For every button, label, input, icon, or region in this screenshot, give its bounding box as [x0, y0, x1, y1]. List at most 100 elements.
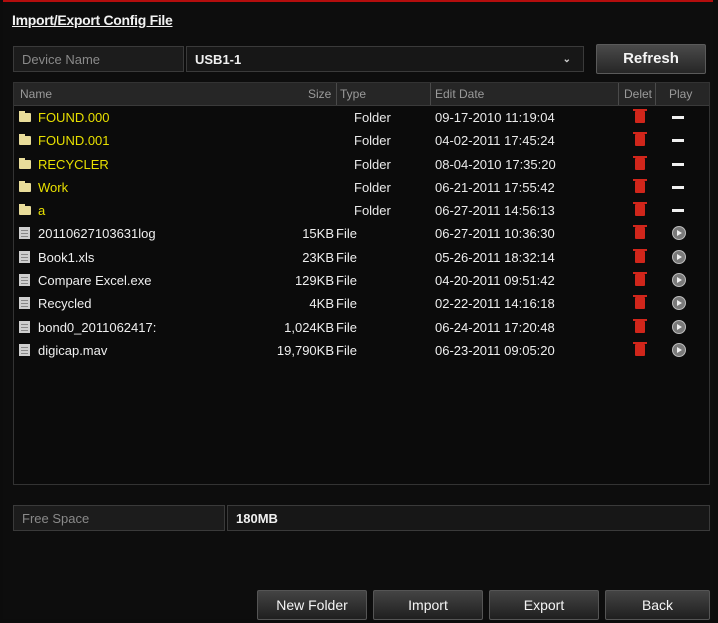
- folder-icon: [19, 204, 31, 216]
- row-type: File: [336, 296, 357, 312]
- dash-icon: [672, 162, 684, 166]
- new-folder-button[interactable]: New Folder: [257, 590, 367, 620]
- row-date: 02-22-2011 14:16:18: [435, 296, 555, 312]
- row-date: 06-23-2011 09:05:20: [435, 342, 555, 358]
- row-name: a: [38, 203, 46, 219]
- export-button[interactable]: Export: [489, 590, 599, 620]
- row-size: 15KB: [302, 226, 334, 242]
- row-size: 129KB: [294, 273, 334, 289]
- play-icon[interactable]: [672, 249, 686, 264]
- play-icon[interactable]: [672, 342, 686, 357]
- header-divider: [618, 83, 619, 105]
- device-name-label: Device Name: [13, 46, 184, 72]
- table-row[interactable]: Work Folder 06-21-2011 17:55:42: [14, 176, 709, 199]
- row-name: FOUND.000: [38, 110, 110, 125]
- row-date: 09-17-2010 11:19:04: [435, 110, 555, 125]
- header-divider: [430, 83, 431, 105]
- table-row[interactable]: digicap.mav 19,790KB File 06-23-2011 09:…: [14, 339, 709, 362]
- row-type: Folder: [354, 203, 391, 219]
- trash-icon[interactable]: [633, 341, 647, 356]
- table-row[interactable]: RECYCLER Folder 08-04-2010 17:35:20: [14, 153, 709, 176]
- row-date: 06-27-2011 14:56:13: [435, 203, 555, 219]
- folder-icon: [19, 134, 31, 146]
- folder-icon: [19, 111, 31, 122]
- dash-icon: [672, 116, 684, 119]
- device-name-value: USB1-1: [195, 52, 242, 67]
- row-type: File: [336, 249, 357, 265]
- dash-icon: [672, 139, 684, 143]
- table-row[interactable]: bond0_2011062417: 1,024KB File 06-24-201…: [14, 316, 709, 339]
- trash-icon[interactable]: [633, 155, 647, 170]
- play-icon[interactable]: [672, 226, 686, 241]
- row-name: Recycled: [38, 296, 92, 312]
- header-size[interactable]: Size: [308, 87, 331, 101]
- file-icon: [19, 320, 30, 333]
- row-type: Folder: [354, 133, 391, 149]
- header-name[interactable]: Name: [20, 87, 52, 101]
- row-name: digicap.mav: [38, 342, 108, 358]
- free-space-label: Free Space: [13, 505, 225, 531]
- file-icon: [19, 227, 30, 240]
- table-row[interactable]: 20110627103631log 15KB File 06-27-2011 1…: [14, 222, 709, 245]
- table-body: FOUND.000 Folder 09-17-2010 11:19:04 FOU…: [14, 106, 709, 362]
- import-button[interactable]: Import: [373, 590, 483, 620]
- free-space-value: 180MB: [227, 505, 710, 531]
- play-icon[interactable]: [672, 273, 686, 288]
- table-row[interactable]: a Folder 06-27-2011 14:56:13: [14, 199, 709, 222]
- row-date: 06-27-2011 10:36:30: [435, 226, 555, 242]
- row-type: Folder: [354, 156, 391, 172]
- row-date: 04-20-2011 09:51:42: [435, 273, 555, 289]
- header-divider: [336, 83, 337, 105]
- row-name: 20110627103631log: [38, 226, 156, 242]
- header-type[interactable]: Type: [340, 87, 366, 101]
- trash-icon[interactable]: [633, 202, 647, 217]
- file-icon: [19, 297, 30, 310]
- row-name: FOUND.001: [38, 133, 110, 149]
- row-date: 06-24-2011 17:20:48: [435, 319, 555, 335]
- dash-icon: [672, 209, 684, 213]
- table-row[interactable]: Compare Excel.exe 129KB File 04-20-2011 …: [14, 269, 709, 292]
- row-type: File: [336, 342, 357, 358]
- header-play[interactable]: Play: [669, 87, 692, 101]
- trash-icon[interactable]: [633, 132, 647, 147]
- file-icon: [19, 250, 30, 263]
- row-type: Folder: [354, 179, 391, 195]
- row-name: Compare Excel.exe: [38, 273, 152, 289]
- file-icon: [19, 343, 30, 356]
- row-name: Work: [38, 179, 69, 195]
- row-size: 4KB: [309, 296, 334, 312]
- table-header: Name Size Type Edit Date Delet Play: [14, 83, 709, 106]
- back-button[interactable]: Back: [605, 590, 710, 620]
- row-size: 19,790KB: [276, 342, 334, 358]
- trash-icon[interactable]: [633, 318, 647, 333]
- table-row[interactable]: Recycled 4KB File 02-22-2011 14:16:18: [14, 292, 709, 315]
- play-icon[interactable]: [672, 296, 686, 311]
- header-edit-date[interactable]: Edit Date: [435, 87, 484, 101]
- table-row[interactable]: Book1.xls 23KB File 05-26-2011 18:32:14: [14, 246, 709, 269]
- trash-icon[interactable]: [633, 295, 647, 310]
- row-type: File: [336, 226, 357, 242]
- table-row[interactable]: FOUND.001 Folder 04-02-2011 17:45:24: [14, 129, 709, 152]
- device-name-select[interactable]: USB1-1 ⌄: [186, 46, 584, 72]
- folder-icon: [19, 180, 31, 192]
- folder-icon: [19, 157, 31, 169]
- header-delete[interactable]: Delet: [624, 87, 652, 101]
- trash-icon[interactable]: [633, 225, 647, 240]
- import-export-dialog: Import/Export Config File Device Name US…: [3, 0, 713, 620]
- trash-icon[interactable]: [633, 178, 647, 193]
- trash-icon[interactable]: [633, 272, 647, 287]
- header-divider: [655, 83, 656, 105]
- row-date: 05-26-2011 18:32:14: [435, 249, 555, 265]
- chevron-down-icon: ⌄: [562, 54, 571, 65]
- free-space-row: Free Space 180MB: [13, 505, 710, 532]
- row-size: 23KB: [302, 249, 334, 265]
- row-date: 06-21-2011 17:55:42: [435, 179, 555, 195]
- row-type: Folder: [354, 110, 391, 125]
- play-icon[interactable]: [672, 319, 686, 334]
- file-icon: [19, 274, 30, 287]
- trash-icon[interactable]: [633, 248, 647, 263]
- row-size: 1,024KB: [284, 319, 334, 335]
- table-row[interactable]: FOUND.000 Folder 09-17-2010 11:19:04: [14, 106, 709, 129]
- trash-icon[interactable]: [633, 109, 647, 123]
- refresh-button[interactable]: Refresh: [596, 44, 706, 74]
